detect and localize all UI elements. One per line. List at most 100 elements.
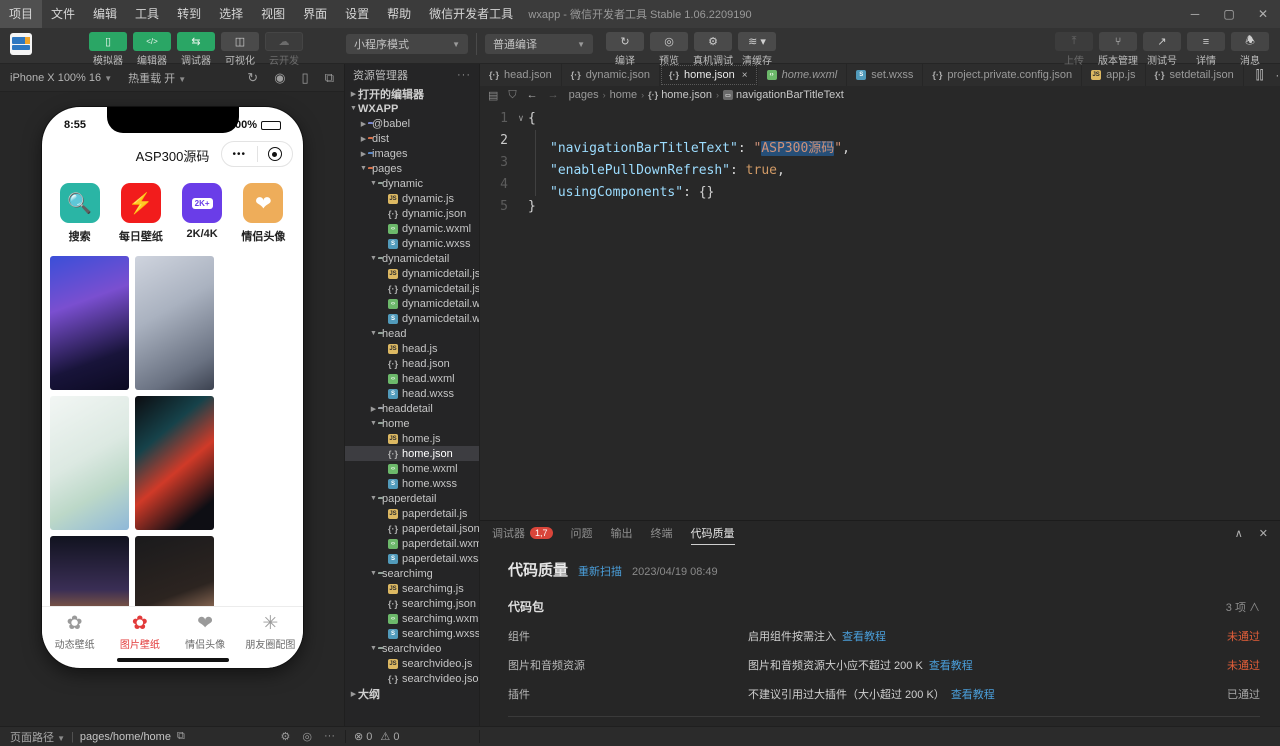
tree-file-dynamic.json[interactable]: {·}dynamic.json <box>345 206 479 221</box>
quick-entry-搜索[interactable]: 🔍搜索 <box>60 183 100 244</box>
tree-folder-head[interactable]: ▼head <box>345 326 479 341</box>
codepack-count[interactable]: 3 项 ∧ <box>1226 599 1260 615</box>
menu-item-3[interactable]: 工具 <box>126 0 168 28</box>
rotate-icon[interactable]: ↻ <box>247 70 258 86</box>
quick-entry-2K/4K[interactable]: 2K+2K/4K <box>182 183 222 244</box>
error-count[interactable]: ⊗ 0 <box>354 730 372 743</box>
tree-file-dynamic.wxml[interactable]: ‹›dynamic.wxml <box>345 221 479 236</box>
tree-folder-home[interactable]: ▼home <box>345 416 479 431</box>
forward-arrow-icon[interactable]: → <box>548 89 559 101</box>
editor-tab-set.wxss[interactable]: Sset.wxss <box>847 64 923 86</box>
menu-item-5[interactable]: 选择 <box>210 0 252 28</box>
editor-tab-dynamic.json[interactable]: {·}dynamic.json <box>562 64 660 86</box>
cloud-dev-button[interactable]: ☁云开发 <box>264 32 304 67</box>
tutorial-link[interactable]: 查看教程 <box>929 660 973 672</box>
panel-collapse-icon[interactable]: ∧ <box>1235 527 1243 540</box>
tree-file-dynamic.wxss[interactable]: Sdynamic.wxss <box>345 236 479 251</box>
debug-tab-代码质量[interactable]: 代码质量 <box>691 521 735 545</box>
tree-folder-searchimg[interactable]: ▼searchimg <box>345 566 479 581</box>
tree-folder-dynamic[interactable]: ▼dynamic <box>345 176 479 191</box>
device-frame-icon[interactable]: ▯ <box>302 70 309 86</box>
tree-file-paperdetail.wxml[interactable]: ‹›paperdetail.wxml <box>345 536 479 551</box>
editor-tab-home.wxml[interactable]: ‹›home.wxml <box>758 64 848 86</box>
version-control-button[interactable]: ⑂版本管理 <box>1098 32 1138 67</box>
minimap-icon[interactable]: ▤ <box>488 89 498 102</box>
visualize-button[interactable]: ◫可视化 <box>220 32 260 67</box>
tree-file-searchimg.wxss[interactable]: Ssearchimg.wxss <box>345 626 479 641</box>
more-icon[interactable]: ••• <box>222 149 257 160</box>
tree-file-paperdetail.json[interactable]: {·}paperdetail.json <box>345 521 479 536</box>
tree-file-home.json[interactable]: {·}home.json <box>345 446 479 461</box>
upload-button[interactable]: ⤒上传 <box>1054 32 1094 67</box>
record-icon[interactable]: ◉ <box>274 70 285 86</box>
breadcrumb-item[interactable]: home <box>610 89 638 101</box>
tree-file-paperdetail.js[interactable]: JSpaperdetail.js <box>345 506 479 521</box>
debug-tab-调试器[interactable]: 调试器1,7 <box>492 521 553 545</box>
copy-icon[interactable]: ⧉ <box>177 730 185 743</box>
editor-more-icon[interactable]: ··· <box>1275 68 1280 82</box>
tree-folder-searchvideo[interactable]: ▼searchvideo <box>345 641 479 656</box>
compile-button[interactable]: ↻编译 <box>605 32 645 67</box>
tree-folder-打开的编辑器[interactable]: ▶打开的编辑器 <box>345 86 479 101</box>
tree-file-searchimg.wxml[interactable]: ‹›searchimg.wxml <box>345 611 479 626</box>
menu-item-6[interactable]: 视图 <box>252 0 294 28</box>
tree-file-searchvideo.js[interactable]: JSsearchvideo.js <box>345 656 479 671</box>
tree-folder-images[interactable]: ▶images <box>345 146 479 161</box>
tree-file-dynamicdetail.wxml[interactable]: ‹›dynamicdetail.wxml <box>345 296 479 311</box>
details-button[interactable]: ≡详情 <box>1186 32 1226 67</box>
editor-tab-home.json[interactable]: {·}home.json× <box>660 64 758 86</box>
debug-tab-终端[interactable]: 终端 <box>651 521 673 545</box>
code-editor[interactable]: 1∨{2"navigationBarTitleText": "ASP300源码"… <box>480 104 1280 520</box>
tree-file-head.json[interactable]: {·}head.json <box>345 356 479 371</box>
miniapp-capsule[interactable]: ••• <box>221 141 293 167</box>
tree-folder-@babel[interactable]: ▶@babel <box>345 116 479 131</box>
quick-entry-情侣头像[interactable]: ❤情侣头像 <box>241 183 285 244</box>
tree-folder-dist[interactable]: ▶dist <box>345 131 479 146</box>
hot-reload-toggle[interactable]: 热重载 开 ▼ <box>128 70 186 86</box>
compiler-button[interactable]: </>编辑器 <box>132 32 172 67</box>
photo-thumbnail[interactable] <box>135 256 214 390</box>
breadcrumb-item[interactable]: {·}home.json <box>648 89 712 101</box>
tree-folder-pages[interactable]: ▼pages <box>345 161 479 176</box>
tree-file-searchimg.json[interactable]: {·}searchimg.json <box>345 596 479 611</box>
quick-entry-每日壁纸[interactable]: ⚡每日壁纸 <box>119 183 163 244</box>
back-arrow-icon[interactable]: ← <box>527 89 538 101</box>
menu-item-10[interactable]: 微信开发者工具 <box>420 0 522 28</box>
editor-tab-head.json[interactable]: {·}head.json <box>480 64 562 86</box>
tabbar-item-朋友圈配图[interactable]: ✳朋友圈配图 <box>238 614 303 668</box>
device-debug-button[interactable]: ⚙真机调试 <box>693 32 733 67</box>
page-path-label[interactable]: 页面路径 ▼ <box>10 729 65 745</box>
menu-item-4[interactable]: 转到 <box>168 0 210 28</box>
tutorial-link[interactable]: 查看教程 <box>951 689 995 701</box>
tree-file-head.js[interactable]: JShead.js <box>345 341 479 356</box>
tree-file-searchimg.js[interactable]: JSsearchimg.js <box>345 581 479 596</box>
device-select[interactable]: iPhone X 100% 16 ▼ <box>10 72 112 84</box>
breadcrumb-item[interactable]: pages <box>569 89 599 101</box>
maximize-button[interactable]: ▢ <box>1212 0 1246 28</box>
preview-button[interactable]: ◎预览 <box>649 32 689 67</box>
menu-item-7[interactable]: 界面 <box>294 0 336 28</box>
debug-tab-问题[interactable]: 问题 <box>571 521 593 545</box>
menu-item-1[interactable]: 文件 <box>42 0 84 28</box>
menu-item-2[interactable]: 编辑 <box>84 0 126 28</box>
editor-tab-setdetail.json[interactable]: {·}setdetail.json <box>1146 64 1244 86</box>
tree-file-head.wxss[interactable]: Shead.wxss <box>345 386 479 401</box>
tree-folder-paperdetail[interactable]: ▼paperdetail <box>345 491 479 506</box>
tree-file-home.wxml[interactable]: ‹›home.wxml <box>345 461 479 476</box>
tree-file-dynamic.js[interactable]: JSdynamic.js <box>345 191 479 206</box>
close-button[interactable]: ✕ <box>1246 0 1280 28</box>
photo-thumbnail[interactable] <box>50 256 129 390</box>
minimize-button[interactable]: ─ <box>1178 0 1212 28</box>
photo-thumbnail[interactable] <box>50 396 129 530</box>
tree-file-home.js[interactable]: JShome.js <box>345 431 479 446</box>
tabbar-item-动态壁纸[interactable]: ✿动态壁纸 <box>42 614 107 668</box>
tree-file-dynamicdetail.json[interactable]: {·}dynamicdetail.json <box>345 281 479 296</box>
tree-file-searchvideo.json[interactable]: {·}searchvideo.json <box>345 671 479 686</box>
tutorial-link[interactable]: 查看教程 <box>842 631 886 643</box>
exit-target-icon[interactable] <box>258 147 293 161</box>
menu-item-9[interactable]: 帮助 <box>378 0 420 28</box>
bug-icon[interactable]: ⚙ <box>281 730 291 743</box>
test-account-button[interactable]: ↗测试号 <box>1142 32 1182 67</box>
warning-count[interactable]: ⚠ 0 <box>380 730 399 743</box>
tree-folder-dynamicdetail[interactable]: ▼dynamicdetail <box>345 251 479 266</box>
